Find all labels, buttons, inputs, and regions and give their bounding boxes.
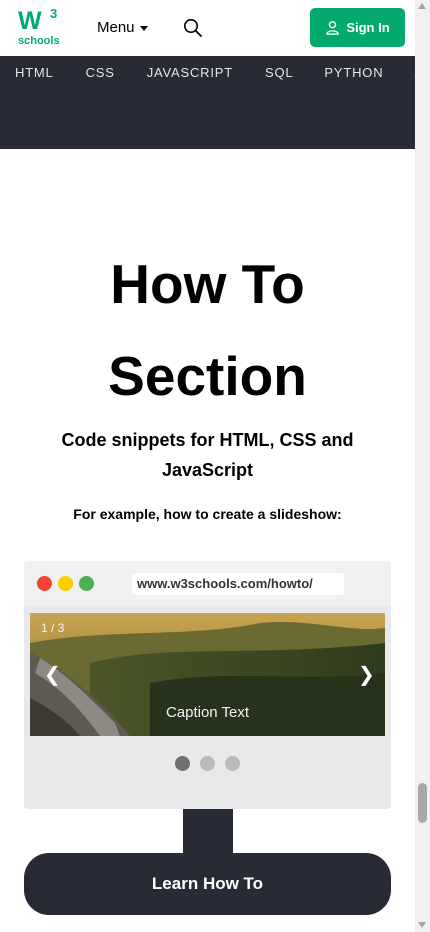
page-title-line-2: Section	[108, 345, 307, 407]
page-subtitle: Code snippets for HTML, CSS and JavaScri…	[61, 430, 354, 480]
window-close-dot	[37, 576, 52, 591]
scroll-down-arrow-icon[interactable]	[418, 922, 426, 928]
prev-slide-icon[interactable]: ❮	[44, 665, 61, 685]
learn-how-to-label: Learn How To	[151, 874, 264, 893]
scroll-up-arrow-icon[interactable]	[418, 3, 426, 9]
page-title: How To Section	[0, 238, 415, 422]
nav-item-javascript[interactable]: JAVASCRIPT	[147, 56, 233, 89]
slide-dot-3[interactable]	[225, 756, 240, 771]
slide-counter: 1 / 3	[41, 621, 65, 635]
window-minimize-dot	[58, 576, 73, 591]
caret-down-icon	[139, 25, 148, 31]
topic-nav-items: HTML CSS JAVASCRIPT SQL PYTHON J	[0, 56, 415, 89]
search-icon[interactable]	[183, 18, 203, 38]
nav-item-sql[interactable]: SQL	[265, 56, 293, 89]
window-maximize-dot	[79, 576, 94, 591]
sign-in-label: Sign In	[346, 20, 390, 35]
nav-item-html[interactable]: HTML	[15, 56, 54, 89]
browser-mockup: www.w3schools.com/howto/ 1 / 3 ❮ ❯ Capti…	[24, 561, 391, 809]
w3schools-logo[interactable]: W 3 schools	[18, 6, 62, 48]
address-bar: www.w3schools.com/howto/	[132, 573, 344, 595]
slide-caption: Caption Text	[165, 704, 250, 721]
slideshow-slide: 1 / 3 ❮ ❯ Caption Text	[30, 613, 385, 736]
sign-in-button[interactable]: Sign In	[310, 8, 405, 47]
nav-item-css[interactable]: CSS	[86, 56, 115, 89]
next-slide-icon[interactable]: ❯	[358, 665, 375, 685]
page-title-line-1: How To	[110, 253, 305, 315]
menu-label: Menu	[97, 19, 135, 36]
topic-nav: HTML CSS JAVASCRIPT SQL PYTHON J	[0, 56, 415, 149]
slide-dot-1[interactable]	[175, 756, 190, 771]
monitor-stand	[183, 809, 233, 855]
learn-how-to-button[interactable]: Learn How To	[24, 853, 391, 915]
scrollbar-thumb[interactable]	[418, 783, 427, 823]
logo-superscript: 3	[50, 6, 58, 21]
menu-button[interactable]: Menu	[97, 19, 148, 36]
slide-dot-2[interactable]	[200, 756, 215, 771]
example-intro: For example, how to create a slideshow:	[73, 506, 342, 522]
top-bar: W 3 schools Menu Sign In	[0, 0, 415, 56]
logo-wordmark: schools	[18, 35, 60, 47]
browser-header: www.w3schools.com/howto/	[24, 561, 391, 606]
logo-letter: W	[18, 7, 42, 35]
user-icon	[326, 21, 340, 35]
nav-item-python[interactable]: PYTHON	[324, 56, 383, 89]
